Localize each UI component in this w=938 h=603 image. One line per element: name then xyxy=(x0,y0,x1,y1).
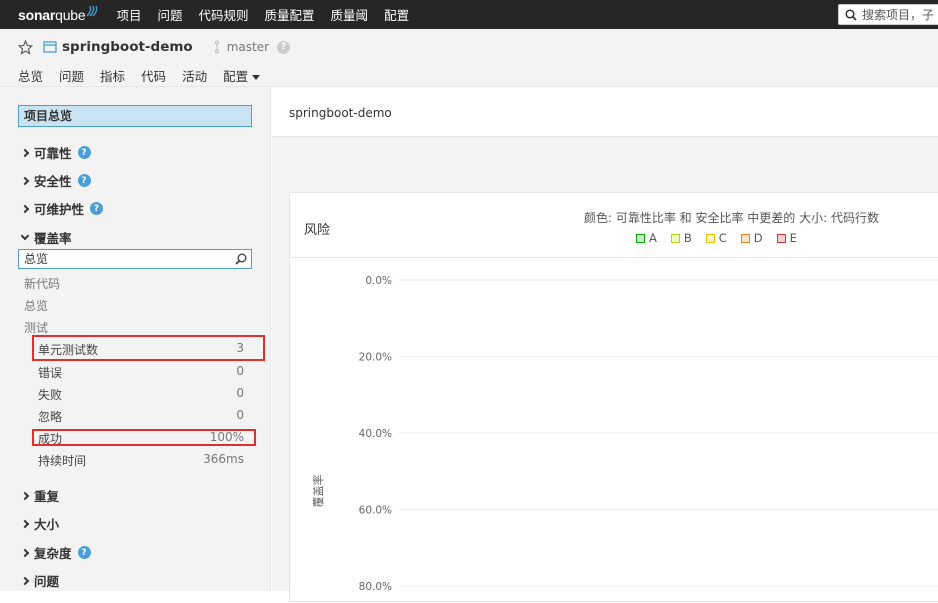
measures-sidebar: 项目总览 可靠性 ? 安全性 ? 可维护性 ? 覆盖率 总览 新代码 总览 测试… xyxy=(0,87,271,591)
search-icon xyxy=(235,253,247,265)
favorite-star-icon[interactable] xyxy=(18,39,33,55)
top-navbar: sonar qube 项目 问题 代码规则 质量配置 质量阈 配置 搜索项目，子 xyxy=(0,0,938,29)
sonar-waves-icon xyxy=(87,5,98,16)
tab-measures[interactable]: 指标 xyxy=(100,66,126,90)
help-icon[interactable]: ? xyxy=(77,546,91,559)
domain-label: 复杂度 xyxy=(34,546,72,561)
metric-label: 失败 xyxy=(38,388,63,402)
nav-projects[interactable]: 项目 xyxy=(116,5,141,24)
domain-duplications[interactable]: 重复 xyxy=(20,486,60,505)
nav-rules[interactable]: 代码规则 xyxy=(199,5,249,24)
y-tick-label: 20.0% xyxy=(359,352,392,364)
domain-size[interactable]: 大小 xyxy=(20,514,60,533)
search-placeholder: 搜索项目，子 xyxy=(862,8,935,22)
domain-reliability[interactable]: 可靠性 ? xyxy=(20,143,91,162)
help-icon[interactable]: ? xyxy=(77,174,91,187)
nav-quality-profiles[interactable]: 质量配置 xyxy=(265,5,315,24)
category-tests: 测试 xyxy=(24,321,49,335)
project-name[interactable]: springboot-demo xyxy=(62,39,193,55)
tab-activity[interactable]: 活动 xyxy=(182,66,207,89)
coverage-filter-select[interactable]: 总览 xyxy=(18,249,252,269)
domain-label: 重复 xyxy=(34,489,60,504)
domain-security[interactable]: 安全性 ? xyxy=(20,171,91,190)
metric-duration[interactable]: 持续时间 366ms xyxy=(38,452,244,469)
project-overview-button[interactable]: 项目总览 xyxy=(18,105,252,127)
domain-label: 问题 xyxy=(34,574,60,589)
highlight-box-success xyxy=(32,429,256,446)
branch-name: master xyxy=(226,40,270,54)
tab-administration[interactable]: 配置 xyxy=(223,66,261,89)
tab-administration-label: 配置 xyxy=(223,69,249,84)
tab-issues[interactable]: 问题 xyxy=(59,66,84,89)
coverage-filter-value: 总览 xyxy=(24,252,49,266)
main-breadcrumb-bar: springboot-demo xyxy=(272,87,938,137)
chevron-down-icon xyxy=(20,231,30,241)
nav-issues[interactable]: 问题 xyxy=(158,5,183,24)
metric-errors[interactable]: 错误 0 xyxy=(38,364,244,381)
bubble-chart-plot: 0.0% 20.0% 40.0% 60.0% 80.0% 覆盖率 xyxy=(311,275,938,593)
metric-value: 0 xyxy=(236,364,244,378)
domain-issues[interactable]: 问题 xyxy=(20,571,60,590)
metric-value: 366ms xyxy=(203,452,244,466)
branch-icon xyxy=(214,40,219,54)
metric-value: 0 xyxy=(236,408,244,422)
tab-overview[interactable]: 总览 xyxy=(18,66,43,89)
y-tick-label: 0.0% xyxy=(365,275,392,287)
project-title-row: springboot-demo master ? xyxy=(18,39,291,55)
tab-code[interactable]: 代码 xyxy=(141,66,166,89)
highlight-box-unit-tests xyxy=(32,335,265,361)
domain-label: 安全性 xyxy=(34,174,72,189)
domain-label: 大小 xyxy=(34,517,60,532)
y-axis-grid: 0.0% 20.0% 40.0% 60.0% 80.0% xyxy=(359,275,938,593)
help-icon[interactable]: ? xyxy=(90,202,104,215)
project-icon xyxy=(43,41,57,53)
metric-skipped[interactable]: 忽略 0 xyxy=(38,408,244,425)
breadcrumb[interactable]: springboot-demo xyxy=(289,106,392,120)
chevron-right-icon xyxy=(20,491,30,500)
logo-text-bold: sonar xyxy=(18,6,56,23)
help-icon[interactable]: ? xyxy=(77,146,91,159)
domain-coverage[interactable]: 覆盖率 xyxy=(20,228,72,247)
chevron-down-icon xyxy=(252,75,261,80)
chevron-right-icon xyxy=(20,204,30,213)
domain-label: 覆盖率 xyxy=(34,231,72,246)
chevron-right-icon xyxy=(20,176,30,185)
domain-maintainability[interactable]: 可维护性 ? xyxy=(20,199,104,218)
category-new-code: 新代码 xyxy=(24,277,61,291)
chevron-right-icon xyxy=(20,519,30,528)
project-tabs: 总览 问题 指标 代码 活动 配置 xyxy=(18,66,276,90)
sonarqube-logo[interactable]: sonar qube xyxy=(18,5,98,23)
y-tick-label: 60.0% xyxy=(359,505,392,517)
logo-text-light: qube xyxy=(55,6,86,23)
nav-administration[interactable]: 配置 xyxy=(384,5,409,24)
chevron-right-icon xyxy=(20,548,30,557)
global-search-input[interactable]: 搜索项目，子 xyxy=(838,4,938,25)
risk-chart-card: 风险 颜色: 可靠性比率 和 安全比率 中更差的 大小: 代码行数 A B C … xyxy=(289,192,938,602)
y-axis-label: 覆盖率 xyxy=(311,475,325,508)
chevron-right-icon xyxy=(20,148,30,157)
metric-label: 忽略 xyxy=(38,410,63,424)
domain-complexity[interactable]: 复杂度 ? xyxy=(20,543,91,562)
branch-help-icon[interactable]: ? xyxy=(277,40,291,54)
metric-label: 错误 xyxy=(38,366,63,380)
chevron-right-icon xyxy=(20,576,30,585)
metric-failures[interactable]: 失败 0 xyxy=(38,386,244,403)
category-overall: 总览 xyxy=(24,299,49,313)
branch-selector[interactable]: master ? xyxy=(213,40,291,54)
project-header: springboot-demo master ? 总览 问题 指标 代码 活动 … xyxy=(0,29,938,90)
search-icon xyxy=(845,8,857,21)
domain-label: 可靠性 xyxy=(34,146,72,161)
y-tick-label: 40.0% xyxy=(359,428,392,440)
y-tick-label: 80.0% xyxy=(359,581,392,593)
domain-label: 可维护性 xyxy=(34,202,85,217)
metric-label: 持续时间 xyxy=(38,454,87,468)
nav-quality-gates[interactable]: 质量阈 xyxy=(331,5,369,24)
metric-value: 0 xyxy=(236,386,244,400)
